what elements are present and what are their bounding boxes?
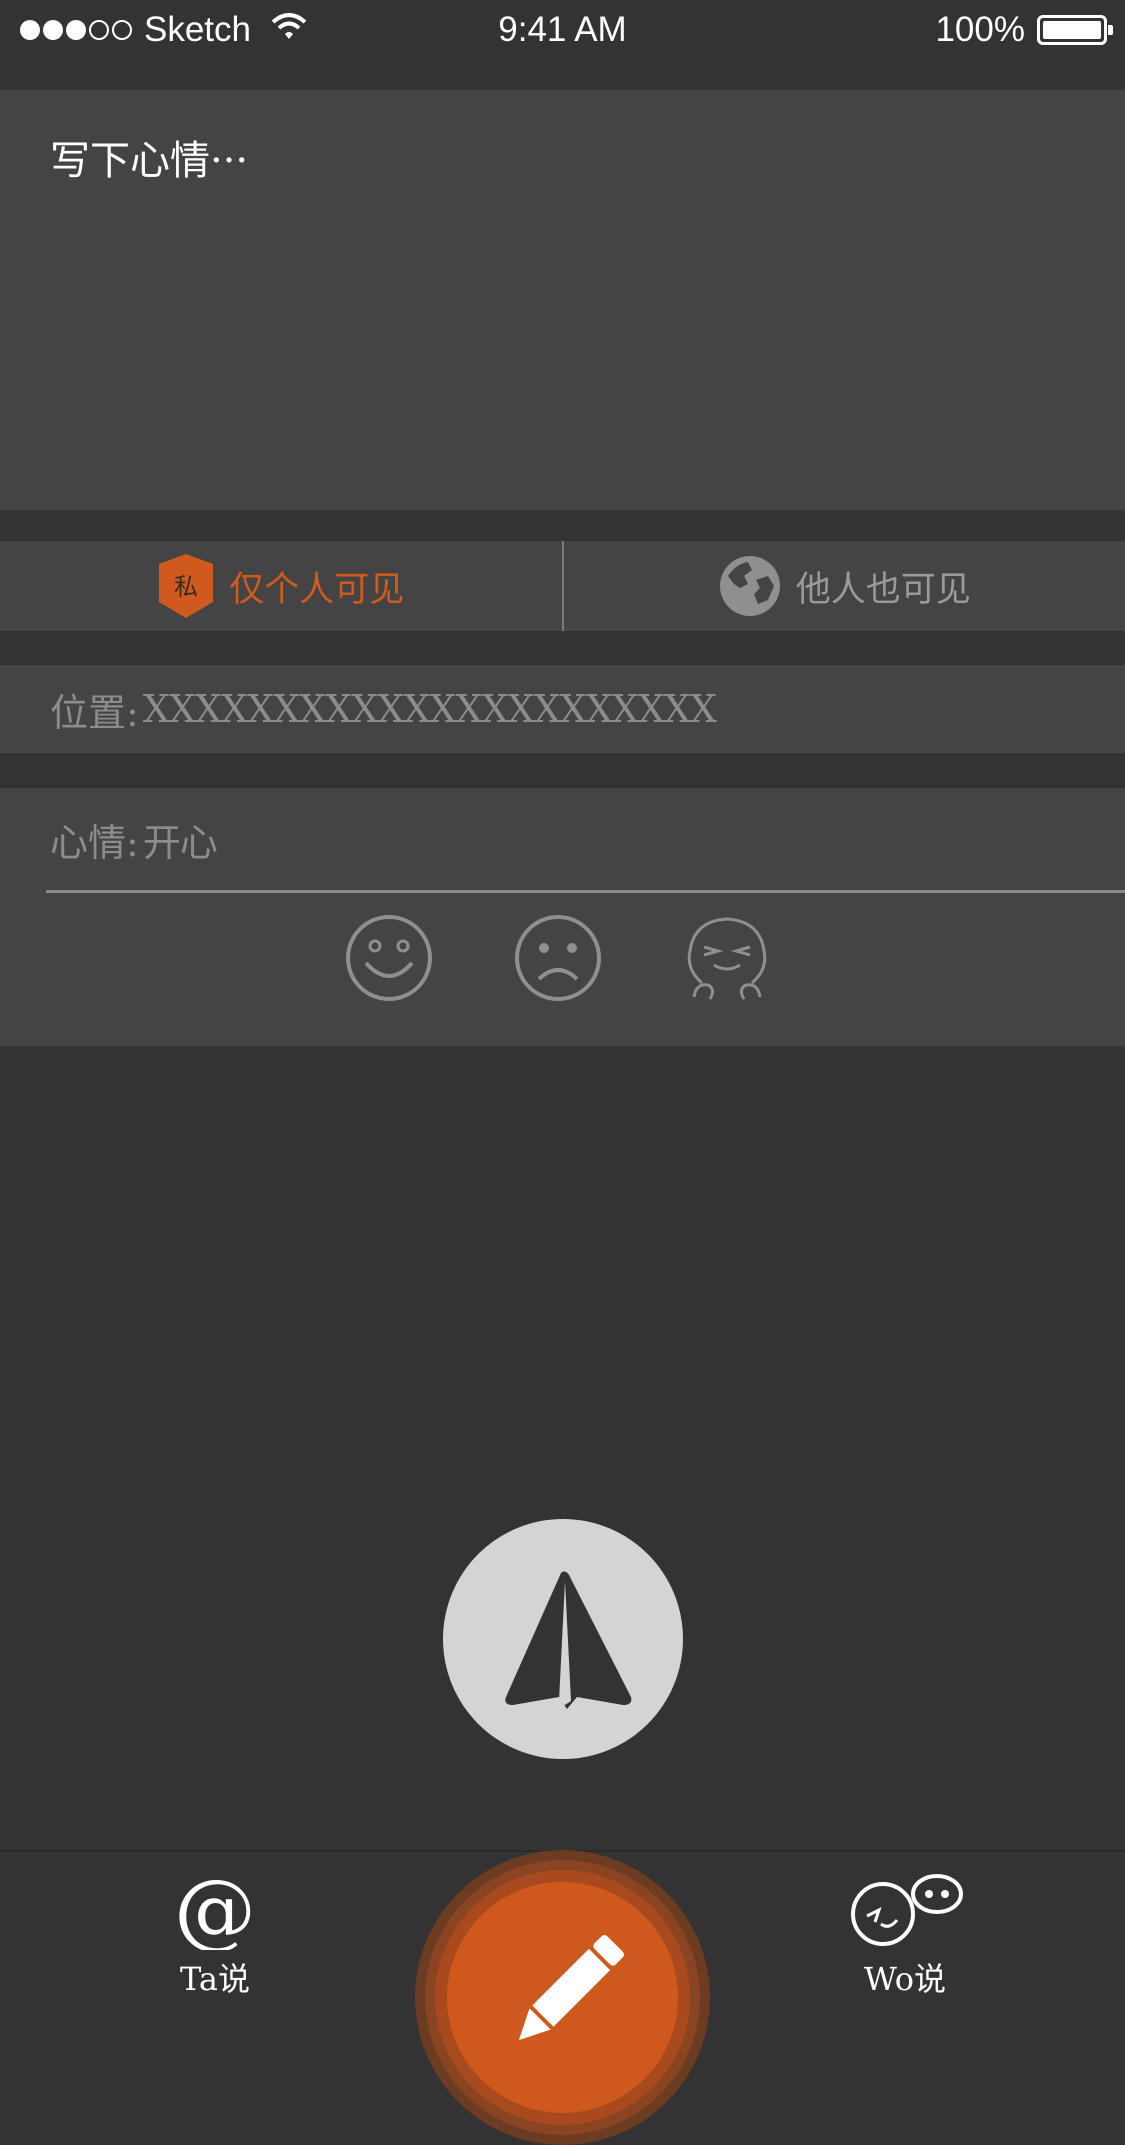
- status-bar: Sketch 9:41 AM 100%: [0, 0, 1125, 90]
- tab-ta-label: Ta说: [160, 1954, 270, 2000]
- sad-icon[interactable]: [513, 913, 603, 1007]
- pencil-icon: [447, 1882, 678, 2113]
- mood-row: 心情: 开心: [0, 788, 1125, 890]
- shy-icon[interactable]: [682, 913, 772, 1009]
- mood-editor-panel: [0, 90, 1125, 510]
- private-visibility-option[interactable]: 私 仅个人可见: [0, 541, 562, 631]
- private-option-label: 仅个人可见: [229, 561, 404, 612]
- public-option-label: 他人也可见: [796, 561, 971, 612]
- mood-options: [0, 913, 1125, 1003]
- chat-face-icon: [845, 1870, 965, 1950]
- location-label: 位置:: [50, 682, 139, 737]
- send-button[interactable]: [443, 1519, 683, 1759]
- svg-text:@: @: [175, 1870, 255, 1950]
- mood-divider: [46, 890, 1125, 893]
- private-badge-text: 私: [174, 573, 198, 601]
- globe-icon: [718, 554, 782, 618]
- private-shield-icon: 私: [157, 552, 215, 620]
- at-sign-icon: @: [175, 1870, 255, 1950]
- battery-percent: 100%: [935, 10, 1025, 50]
- mood-label: 心情:: [50, 812, 139, 867]
- smile-icon[interactable]: [344, 913, 434, 1007]
- tab-ta[interactable]: @ Ta说: [160, 1870, 270, 2000]
- mood-selector-panel: 心情: 开心: [0, 788, 1125, 1046]
- public-visibility-option[interactable]: 他人也可见: [564, 541, 1125, 631]
- battery-icon: [1037, 15, 1107, 45]
- visibility-selector: 私 仅个人可见 他人也可见: [0, 541, 1125, 631]
- status-right: 100%: [935, 10, 1107, 50]
- mood-value: 开心: [143, 812, 217, 867]
- location-value: XXXXXXXXXXXXXXXXXXXXXX: [143, 687, 716, 731]
- location-row[interactable]: 位置: XXXXXXXXXXXXXXXXXXXXXX: [0, 665, 1125, 753]
- tab-wo[interactable]: Wo说: [840, 1870, 970, 2000]
- paper-plane-icon: [443, 1519, 683, 1759]
- compose-button[interactable]: [415, 1850, 710, 2145]
- mood-text-input[interactable]: [48, 126, 1082, 470]
- tab-wo-label: Wo说: [840, 1954, 970, 2000]
